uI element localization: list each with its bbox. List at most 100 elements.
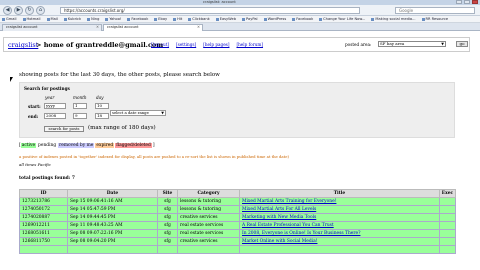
bookmark-item[interactable]: Hotmail bbox=[22, 17, 41, 21]
close-tab-icon[interactable]: ✕ bbox=[197, 25, 200, 30]
posting-category: lessons & tutoring bbox=[177, 205, 240, 214]
legend-expired: expired bbox=[95, 143, 115, 148]
settings-link[interactable]: [settings] bbox=[176, 42, 196, 47]
posting-category: real estate services bbox=[177, 221, 240, 230]
bookmark-icon bbox=[242, 17, 246, 21]
mouse-cursor-icon bbox=[10, 77, 13, 82]
posting-id: 1269012211 bbox=[19, 221, 68, 230]
posting-title-link[interactable]: Mixed Martial Arts Training for Everyone… bbox=[239, 197, 440, 206]
table-row[interactable]: 1266811750 Sep 08 09:04:20 PM sfg creati… bbox=[19, 237, 456, 246]
go-button[interactable]: go bbox=[456, 41, 468, 47]
column-header-exec: Exec bbox=[439, 189, 456, 198]
posting-title-link[interactable] bbox=[239, 245, 440, 254]
bookmark-item[interactable]: Ning bbox=[87, 17, 99, 21]
bookmark-item[interactable]: Mail bbox=[46, 17, 58, 21]
posting-title-link[interactable]: A Real Estate Professional You Can Trust bbox=[239, 221, 440, 230]
logout-link[interactable]: [log out] bbox=[151, 42, 169, 47]
end-month-field[interactable]: 9 bbox=[73, 113, 87, 119]
close-window-button[interactable] bbox=[472, 0, 478, 4]
table-row[interactable]: 1273213786 Sep 15 09:06:41:16 AM sfg les… bbox=[19, 197, 456, 206]
bookmark-item[interactable]: Facebook bbox=[127, 17, 148, 21]
tab-2[interactable]: craigslist account ✕ bbox=[103, 24, 203, 31]
posting-id: 1268051611 bbox=[19, 229, 68, 238]
posting-exec bbox=[439, 205, 456, 214]
legend-flagged: flagged/deleted bbox=[115, 143, 152, 148]
bookmark-item[interactable]: Gmail bbox=[2, 17, 17, 21]
table-row[interactable] bbox=[19, 245, 456, 254]
posting-title-link[interactable]: Market Online with Social Media! bbox=[239, 237, 440, 246]
forward-arrow-icon[interactable]: ▶ bbox=[14, 6, 23, 15]
status-legend: [ active pending removed by me expired f… bbox=[19, 143, 155, 148]
bookmark-item[interactable]: Kubrick bbox=[63, 17, 81, 21]
posting-date: Sep 14 05:47:59 PM bbox=[67, 205, 158, 214]
bookmark-icon bbox=[173, 17, 177, 21]
help-pages-link[interactable]: [help pages] bbox=[203, 42, 229, 47]
bookmark-item[interactable]: EasyWeb bbox=[215, 17, 236, 21]
start-year-field[interactable]: yyyy bbox=[44, 103, 66, 109]
end-day-field[interactable]: 18 bbox=[95, 113, 109, 119]
max-range-note: (max range of 180 days) bbox=[88, 125, 156, 131]
bookmark-item[interactable]: Facebook bbox=[292, 17, 313, 21]
posting-title-link[interactable]: In 2008, Everyone is Online! Is Your Bus… bbox=[239, 229, 440, 238]
date-range-select[interactable]: select a date range ▼ bbox=[110, 110, 166, 116]
bookmark-item[interactable]: Hit bbox=[173, 17, 182, 21]
start-month-field[interactable]: 1 bbox=[73, 103, 87, 109]
posting-category: real estate services bbox=[177, 229, 240, 238]
bookmark-item[interactable]: WordPress bbox=[263, 17, 286, 21]
table-row[interactable]: 1268051611 Sep 08 09:07:22:16 PM sfg rea… bbox=[19, 229, 456, 238]
posting-exec bbox=[439, 245, 456, 254]
posting-title-link[interactable]: Mixed Martial Arts For All Levels bbox=[239, 205, 440, 214]
posting-exec bbox=[439, 229, 456, 238]
tab-strip: craigslist account ✕ craigslist account … bbox=[0, 23, 480, 31]
bookmark-item[interactable]: Making social media... bbox=[371, 17, 416, 21]
help-forum-link[interactable]: [help forum] bbox=[236, 42, 263, 47]
posting-id: 1274020887 bbox=[19, 213, 68, 222]
craigslist-logo-link[interactable]: craigslist bbox=[8, 41, 38, 49]
total-postings-found: total postings found: 7 bbox=[19, 176, 75, 181]
posting-site: sfg bbox=[157, 205, 178, 214]
search-engine-input[interactable]: Google bbox=[395, 7, 475, 14]
bookmark-item[interactable]: Clickbank bbox=[188, 17, 210, 21]
column-header-category[interactable]: Category bbox=[177, 189, 240, 198]
posting-date: Sep 08 09:07:22:16 PM bbox=[67, 229, 158, 238]
table-row[interactable]: 1269012211 Sep 11 09:48:43:25 AM sfg rea… bbox=[19, 221, 456, 230]
posting-id bbox=[19, 245, 68, 254]
reload-icon[interactable]: ↻ bbox=[25, 6, 34, 15]
back-arrow-icon[interactable]: ◀ bbox=[3, 6, 12, 15]
year-header: year bbox=[45, 95, 55, 100]
legend-note: a positive of indexes posted in 'togethe… bbox=[19, 154, 289, 159]
posting-date: Sep 11 09:48:43:25 AM bbox=[67, 221, 158, 230]
timezone-note: all times Pacific bbox=[19, 162, 51, 167]
bookmark-item[interactable]: Change Your Life Now... bbox=[319, 17, 365, 21]
end-year-field[interactable]: 2008 bbox=[44, 113, 66, 119]
column-header-title[interactable]: Title bbox=[239, 189, 440, 198]
bookmark-item[interactable]: PayPal bbox=[242, 17, 258, 21]
bookmark-icon bbox=[154, 17, 158, 21]
home-icon[interactable]: ⌂ bbox=[36, 6, 45, 15]
column-header-site[interactable]: Site bbox=[157, 189, 178, 198]
posting-site: sfg bbox=[157, 237, 178, 246]
bookmark-icon bbox=[292, 17, 296, 21]
bookmark-item[interactable]: Ebay bbox=[154, 17, 167, 21]
start-day-field[interactable]: 10 bbox=[95, 103, 109, 109]
table-row[interactable]: 1274050172 Sep 14 05:47:59 PM sfg lesson… bbox=[19, 205, 456, 214]
bookmark-item[interactable]: Yahoo! bbox=[105, 17, 121, 21]
search-for-posts-button[interactable]: search for posts bbox=[44, 126, 84, 132]
close-tab-icon[interactable]: ✕ bbox=[96, 25, 99, 30]
column-header-id[interactable]: ID bbox=[19, 189, 68, 198]
bookmark-item[interactable]: RR Resource bbox=[421, 17, 448, 21]
column-header-date[interactable]: Date bbox=[67, 189, 158, 198]
posting-category: creative services bbox=[177, 237, 240, 246]
table-row[interactable]: 1274020887 Sep 14 09:44:45 PM sfg creati… bbox=[19, 213, 456, 222]
posting-title-link[interactable]: Marketing with New Media Tools bbox=[239, 213, 440, 222]
address-bar[interactable]: https://accounts.craigslist.org/ bbox=[60, 7, 360, 14]
search-postings-box: Search for postings year month day start… bbox=[19, 82, 455, 138]
posting-area-label: posted area: bbox=[345, 42, 372, 47]
posting-category: creative services bbox=[177, 213, 240, 222]
maximize-button[interactable] bbox=[464, 0, 470, 4]
craigslist-header: craigslist > home of grantreddle@gmail.c… bbox=[3, 37, 470, 52]
posting-area-select[interactable]: SF bay area ▼ bbox=[378, 41, 446, 47]
posting-site: sfg bbox=[157, 213, 178, 222]
minimize-button[interactable] bbox=[456, 0, 462, 4]
tab-1[interactable]: craigslist account ✕ bbox=[2, 24, 102, 31]
